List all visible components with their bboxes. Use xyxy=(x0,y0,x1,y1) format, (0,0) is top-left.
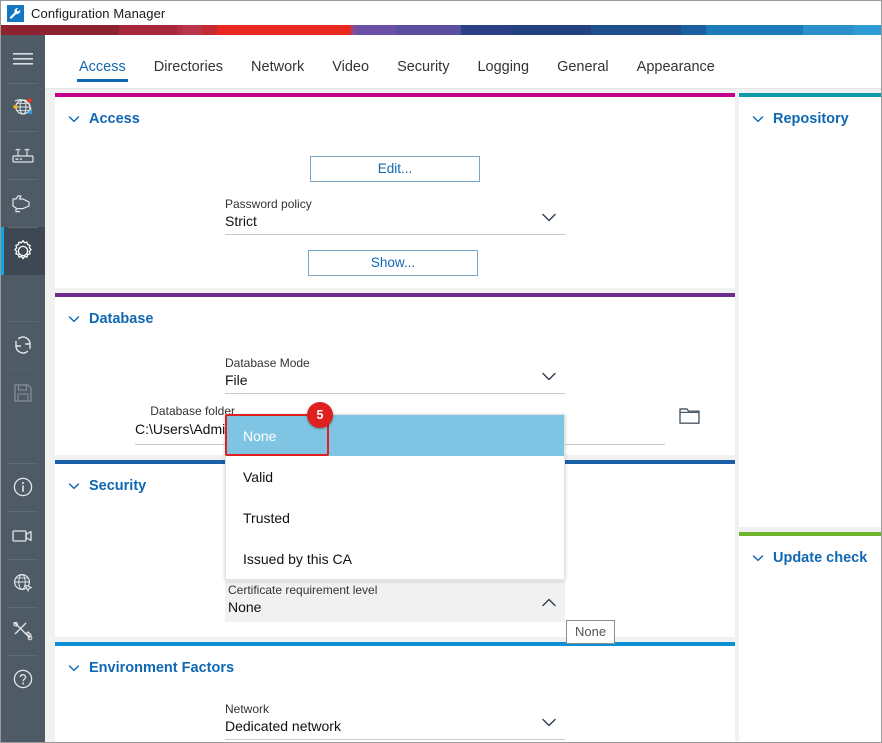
sidebar-item-info[interactable] xyxy=(1,463,45,511)
router-icon xyxy=(10,144,36,166)
configuration-manager-window: Configuration Manager xyxy=(0,0,882,743)
window-title: Configuration Manager xyxy=(31,6,165,21)
value-tooltip: None xyxy=(566,620,615,644)
chevron-down-icon xyxy=(751,112,765,126)
dropdown-option-none[interactable]: None xyxy=(226,415,564,456)
certificate-requirement-combo[interactable]: Certificate requirement level None xyxy=(225,581,565,622)
tab-video[interactable]: Video xyxy=(318,59,383,88)
tab-bar: Access Directories Network Video Securit… xyxy=(45,35,882,89)
sidebar-item-refresh[interactable] xyxy=(1,321,45,369)
network-combo[interactable]: Network Dedicated network xyxy=(225,702,565,740)
sidebar-item-cameras[interactable] xyxy=(1,179,45,227)
color-ribbon xyxy=(1,25,882,35)
save-icon xyxy=(12,382,34,404)
gear-icon xyxy=(10,238,36,264)
panel-security-title: Security xyxy=(89,478,146,494)
tab-network[interactable]: Network xyxy=(237,59,318,88)
tab-general[interactable]: General xyxy=(543,59,623,88)
panel-environment-header[interactable]: Environment Factors xyxy=(55,646,735,676)
sidebar-item-tools[interactable] xyxy=(1,607,45,655)
certificate-requirement-label: Certificate requirement level xyxy=(225,581,565,598)
chevron-down-icon xyxy=(67,661,81,675)
database-mode-label: Database Mode xyxy=(225,356,565,371)
network-value: Dedicated network xyxy=(225,717,565,736)
left-sidebar xyxy=(1,35,45,743)
panel-database-title: Database xyxy=(89,311,153,327)
camera-icon xyxy=(10,192,36,214)
database-mode-value: File xyxy=(225,371,565,390)
panel-update-check: Update check xyxy=(739,532,882,743)
sidebar-item-save[interactable] xyxy=(1,369,45,417)
globe-network-icon xyxy=(11,95,35,119)
refresh-icon xyxy=(11,333,35,357)
globe-cursor-icon xyxy=(11,571,35,595)
panel-repository-title: Repository xyxy=(773,111,849,127)
panel-repository-header[interactable]: Repository xyxy=(739,97,882,127)
tab-directories[interactable]: Directories xyxy=(140,59,237,88)
tools-icon xyxy=(11,619,35,643)
panel-repository: Repository xyxy=(739,93,882,527)
edit-button[interactable]: Edit... xyxy=(310,156,480,182)
sidebar-item-help[interactable] xyxy=(1,655,45,703)
app-icon xyxy=(7,5,24,22)
sidebar-item-web[interactable] xyxy=(1,559,45,607)
tab-logging[interactable]: Logging xyxy=(463,59,543,88)
dropdown-option-trusted[interactable]: Trusted xyxy=(226,497,564,538)
database-folder-value[interactable]: C:\Users\Admin xyxy=(135,420,235,439)
tab-access[interactable]: Access xyxy=(65,59,140,88)
video-camera-icon xyxy=(10,525,36,545)
chevron-up-icon[interactable] xyxy=(537,591,561,615)
sidebar-item-network[interactable] xyxy=(1,83,45,131)
database-mode-combo[interactable]: Database Mode File xyxy=(225,356,565,394)
title-bar: Configuration Manager xyxy=(1,1,882,25)
info-icon xyxy=(11,475,35,499)
chevron-down-icon xyxy=(67,479,81,493)
folder-icon[interactable] xyxy=(678,406,702,426)
panel-update-check-title: Update check xyxy=(773,550,867,566)
step-marker-badge: 5 xyxy=(307,402,333,428)
panel-environment-title: Environment Factors xyxy=(89,660,234,676)
dropdown-option-valid[interactable]: Valid xyxy=(226,456,564,497)
sidebar-item-menu[interactable] xyxy=(1,35,45,83)
password-policy-label: Password policy xyxy=(225,197,565,212)
database-folder-label: Database folder xyxy=(85,404,235,419)
certificate-requirement-dropdown[interactable]: None Valid Trusted Issued by this CA xyxy=(225,414,565,580)
panel-environment-factors: Environment Factors Network Dedicated ne… xyxy=(55,642,735,743)
hamburger-icon xyxy=(12,51,34,67)
chevron-down-icon xyxy=(67,112,81,126)
dropdown-option-issued-by-this-ca[interactable]: Issued by this CA xyxy=(226,538,564,579)
chevron-down-icon[interactable] xyxy=(537,205,561,229)
chevron-down-icon[interactable] xyxy=(537,710,561,734)
settings-content: Access Edit... Password policy Strict Sh… xyxy=(45,89,882,743)
sidebar-spacer-2 xyxy=(1,417,45,463)
tab-security[interactable]: Security xyxy=(383,59,463,88)
sidebar-spacer-1 xyxy=(1,275,45,321)
tab-appearance[interactable]: Appearance xyxy=(623,59,729,88)
sidebar-item-devices[interactable] xyxy=(1,131,45,179)
panel-update-check-header[interactable]: Update check xyxy=(739,536,882,566)
sidebar-item-settings[interactable] xyxy=(1,227,45,275)
certificate-requirement-value: None xyxy=(225,598,565,617)
password-policy-value: Strict xyxy=(225,212,565,231)
chevron-down-icon xyxy=(751,551,765,565)
chevron-down-icon xyxy=(67,312,81,326)
password-policy-combo[interactable]: Password policy Strict xyxy=(225,197,565,235)
question-mark-icon xyxy=(11,667,35,691)
panel-database-header[interactable]: Database xyxy=(55,297,735,327)
panel-access-title: Access xyxy=(89,111,140,127)
chevron-down-icon[interactable] xyxy=(537,364,561,388)
panel-access-header[interactable]: Access xyxy=(55,97,735,127)
network-label: Network xyxy=(225,702,565,717)
panel-access: Access Edit... Password policy Strict Sh… xyxy=(55,93,735,288)
show-button[interactable]: Show... xyxy=(308,250,478,276)
sidebar-item-video[interactable] xyxy=(1,511,45,559)
